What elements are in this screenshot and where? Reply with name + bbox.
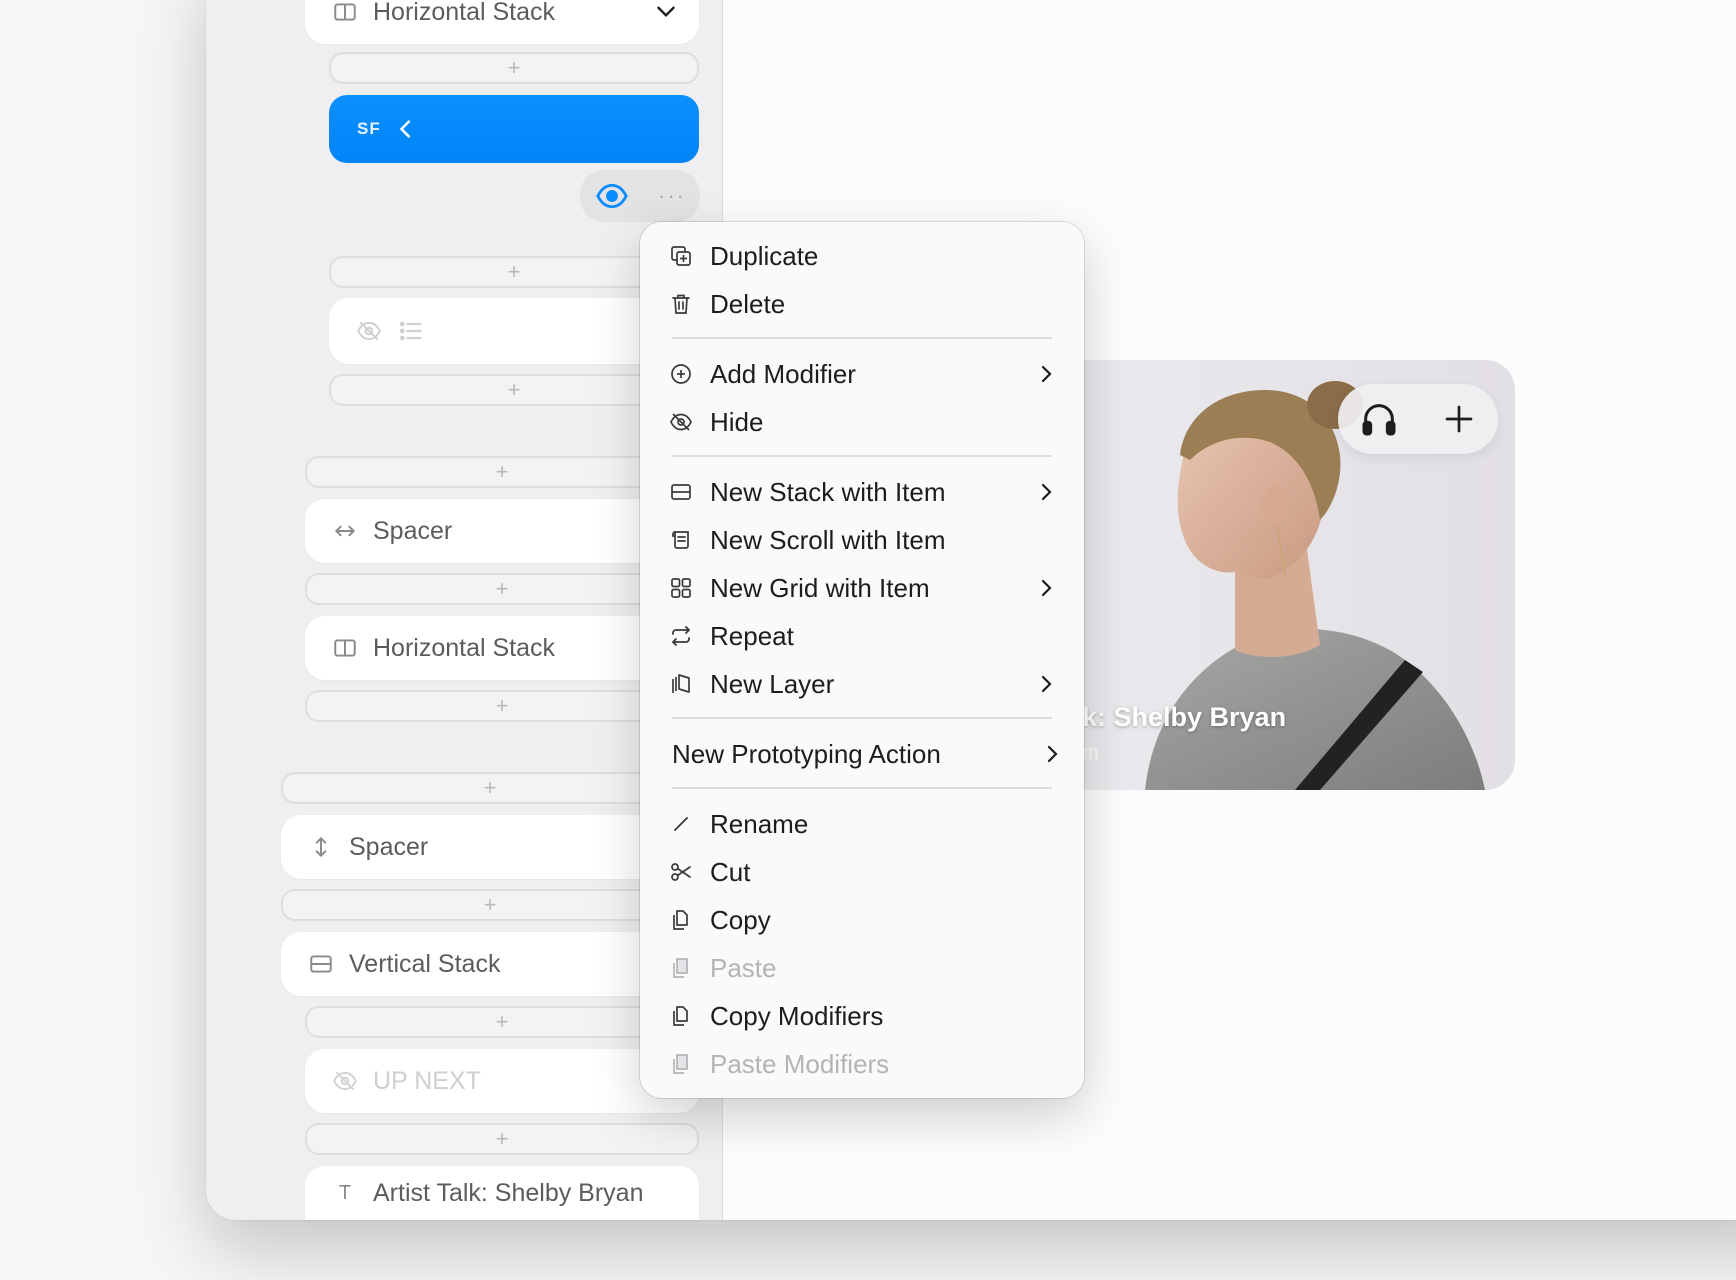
- trash-icon: [666, 289, 696, 319]
- layer-row-horizontal-stack-top[interactable]: Horizontal Stack: [305, 0, 699, 44]
- rows-icon: [307, 950, 335, 978]
- card-controls-pill: [1338, 384, 1498, 454]
- menu-item-duplicate[interactable]: Duplicate: [666, 234, 1058, 278]
- more-icon[interactable]: ···: [658, 183, 686, 209]
- menu-item-add-modifier[interactable]: Add Modifier: [666, 352, 1058, 396]
- menu-separator: [672, 787, 1052, 789]
- duplicate-icon: [666, 241, 696, 271]
- eye-slash-icon: [666, 407, 696, 437]
- headphones-icon[interactable]: [1359, 399, 1399, 439]
- layer-label: Spacer: [373, 516, 453, 545]
- menu-label: Add Modifier: [710, 358, 856, 389]
- paste-icon: [666, 953, 696, 983]
- columns-icon: [331, 634, 359, 662]
- menu-item-paste-modifiers: Paste Modifiers: [666, 1042, 1058, 1086]
- menu-label: Duplicate: [710, 240, 819, 271]
- chevron-right-icon: [1047, 745, 1058, 763]
- menu-label: Delete: [710, 288, 786, 319]
- chevron-down-icon[interactable]: [653, 0, 679, 24]
- chevron-right-icon: [1041, 365, 1052, 383]
- scissors-icon: [666, 857, 696, 887]
- menu-label: New Prototyping Action: [672, 738, 941, 769]
- menu-item-new-layer[interactable]: New Layer: [666, 662, 1058, 706]
- menu-label: Cut: [710, 856, 751, 887]
- sf-badge: SF: [357, 119, 381, 138]
- chevron-right-icon: [1041, 579, 1052, 597]
- copy-icon: [666, 1001, 696, 1031]
- layer-label: Vertical Stack: [349, 949, 501, 978]
- menu-item-hide[interactable]: Hide: [666, 400, 1058, 444]
- pencil-icon: [666, 809, 696, 839]
- menu-item-new-scroll[interactable]: New Scroll with Item: [666, 518, 1058, 562]
- plus-icon[interactable]: [1441, 401, 1477, 437]
- card-subtitle: m: [1082, 742, 1099, 764]
- repeat-icon: [666, 621, 696, 651]
- menu-label: New Scroll with Item: [710, 524, 946, 555]
- chevron-right-icon: [1041, 675, 1052, 693]
- eye-icon[interactable]: [594, 178, 630, 214]
- insert-slot[interactable]: +: [305, 1123, 699, 1155]
- insert-slot[interactable]: +: [281, 889, 699, 921]
- paste-icon: [666, 1049, 696, 1079]
- menu-item-delete[interactable]: Delete: [666, 282, 1058, 326]
- menu-separator: [672, 337, 1052, 339]
- insert-slot[interactable]: +: [329, 52, 699, 84]
- menu-label: Copy Modifiers: [710, 1000, 884, 1031]
- layer-label: Spacer: [349, 832, 429, 861]
- layer-row-vertical-stack[interactable]: Vertical Stack: [281, 932, 699, 996]
- menu-label: Paste: [710, 952, 777, 983]
- insert-slot[interactable]: +: [281, 772, 699, 804]
- columns-icon: [331, 0, 359, 26]
- menu-label: Copy: [710, 904, 771, 935]
- eye-slash-icon: [331, 1067, 359, 1095]
- card-title: k: Shelby Bryan: [1082, 702, 1287, 732]
- layer-row-artist-talk[interactable]: T Artist Talk: Shelby Bryan: [305, 1166, 699, 1220]
- layer-row-sf-symbol-selected[interactable]: SF: [329, 95, 699, 163]
- chevron-right-icon: [1041, 483, 1052, 501]
- layer-row-spacer-vertical[interactable]: Spacer: [281, 815, 699, 879]
- text-icon: T: [338, 1181, 352, 1204]
- layer-label: UP NEXT: [373, 1066, 481, 1095]
- list-icon: [397, 317, 425, 345]
- context-menu: Duplicate Delete Add Modifier Hide New S…: [640, 222, 1084, 1098]
- layer-label: Horizontal Stack: [373, 633, 556, 662]
- layers-icon: [666, 669, 696, 699]
- menu-label: New Layer: [710, 668, 835, 699]
- menu-item-copy-modifiers[interactable]: Copy Modifiers: [666, 994, 1058, 1038]
- menu-item-repeat[interactable]: Repeat: [666, 614, 1058, 658]
- scroll-icon: [666, 525, 696, 555]
- eye-slash-icon: [355, 317, 383, 345]
- menu-separator: [672, 717, 1052, 719]
- plus-circle-icon: [666, 359, 696, 389]
- layer-label: Horizontal Stack: [373, 0, 556, 26]
- arrows-horizontal-icon: [331, 517, 359, 545]
- row-actions-pill: ···: [580, 170, 700, 222]
- menu-item-new-stack[interactable]: New Stack with Item: [666, 470, 1058, 514]
- menu-label: Hide: [710, 406, 764, 437]
- menu-item-new-grid[interactable]: New Grid with Item: [666, 566, 1058, 610]
- copy-icon: [666, 905, 696, 935]
- menu-separator: [672, 455, 1052, 457]
- menu-item-copy[interactable]: Copy: [666, 898, 1058, 942]
- layer-label: Artist Talk: Shelby Bryan: [373, 1178, 644, 1207]
- menu-label: Paste Modifiers: [710, 1048, 890, 1079]
- menu-item-new-prototyping-action[interactable]: New Prototyping Action: [672, 732, 1058, 776]
- menu-item-paste: Paste: [666, 946, 1058, 990]
- menu-label: New Grid with Item: [710, 572, 930, 603]
- menu-label: New Stack with Item: [710, 476, 946, 507]
- menu-label: Rename: [710, 808, 809, 839]
- menu-item-cut[interactable]: Cut: [666, 850, 1058, 894]
- menu-label: Repeat: [710, 620, 794, 651]
- menu-item-rename[interactable]: Rename: [666, 802, 1058, 846]
- grid-icon: [666, 573, 696, 603]
- arrows-vertical-icon: [307, 833, 335, 861]
- chevron-left-icon: [395, 116, 417, 142]
- rows-icon: [666, 477, 696, 507]
